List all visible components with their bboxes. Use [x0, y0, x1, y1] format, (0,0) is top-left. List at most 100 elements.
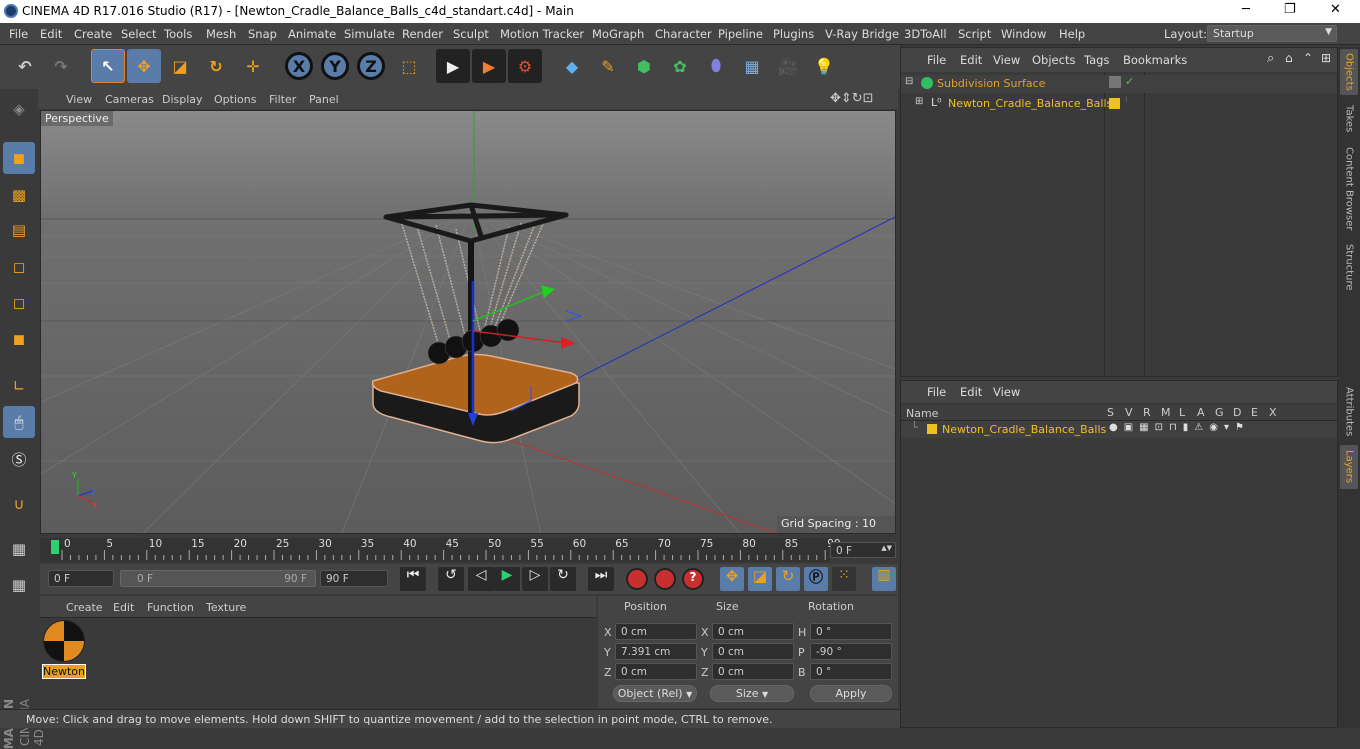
col-render[interactable]: R [1143, 406, 1151, 419]
search-icon[interactable]: ⌕ [1267, 51, 1274, 66]
object-menu-edit[interactable]: Edit [960, 53, 982, 67]
menu-sculpt[interactable]: Sculpt [453, 27, 489, 41]
scale-icon[interactable]: ◪ [163, 49, 197, 83]
menu-render[interactable]: Render [402, 27, 443, 41]
object-menu-tags[interactable]: Tags [1084, 53, 1109, 67]
transform-icon[interactable]: ✛ [236, 49, 270, 83]
key-pla-icon[interactable]: ⁙ [832, 567, 856, 591]
tweak-mode-icon[interactable]: 🖱 [3, 406, 35, 438]
menu-mograph[interactable]: MoGraph [592, 27, 644, 41]
menu-script[interactable]: Script [958, 27, 991, 41]
tab-structure[interactable]: Structure [1340, 239, 1358, 295]
col-animation[interactable]: A [1197, 406, 1205, 419]
expand-icon[interactable]: ⊟ [905, 76, 913, 87]
rot-h-field[interactable]: 0 ° [810, 623, 892, 640]
object-menu-file[interactable]: File [927, 53, 946, 67]
record-keys-icon[interactable] [626, 568, 648, 590]
col-xref[interactable]: X [1269, 406, 1277, 419]
col-expressions[interactable]: E [1251, 406, 1258, 419]
object-row-subdivision[interactable]: ⊟ Subdivision Surface ✓ [901, 75, 1337, 93]
menu-character[interactable]: Character [655, 27, 712, 41]
x-axis-icon[interactable]: X [282, 49, 316, 83]
pos-y-field[interactable]: 7.391 cm [615, 643, 697, 660]
layer-menu-view[interactable]: View [993, 385, 1020, 399]
magnet-icon[interactable]: ∪ [3, 488, 35, 520]
prev-key-button[interactable]: ↺ [438, 567, 464, 591]
make-editable-icon[interactable]: ◈ [3, 93, 35, 125]
array-icon[interactable]: ✿ [663, 49, 697, 83]
play-button[interactable]: ▶ [494, 567, 520, 591]
start-frame-field[interactable]: 0 F [48, 570, 114, 587]
tab-takes[interactable]: Takes [1340, 99, 1358, 139]
size-mode-dropdown[interactable]: Size ▼ [710, 685, 794, 702]
pos-x-field[interactable]: 0 cm [615, 623, 697, 640]
apply-button[interactable]: Apply [810, 685, 892, 702]
pos-z-field[interactable]: 0 cm [615, 663, 697, 680]
tab-content-browser[interactable]: Content Browser [1340, 143, 1358, 235]
key-position-icon[interactable]: ✥ [720, 567, 744, 591]
menu-pipeline[interactable]: Pipeline [718, 27, 763, 41]
go-to-end-button[interactable]: ⏭ [588, 567, 614, 591]
range-slider[interactable]: 0 F 90 F [120, 570, 316, 587]
menu-plugins[interactable]: Plugins [773, 27, 814, 41]
menu-file[interactable]: File [9, 27, 28, 41]
menu-edit[interactable]: Edit [40, 27, 62, 41]
menu-snap[interactable]: Snap [248, 27, 277, 41]
layer-menu-edit[interactable]: Edit [960, 385, 982, 399]
cube-icon[interactable]: ◆ [555, 49, 589, 83]
go-to-start-button[interactable]: ⏮ [400, 567, 426, 591]
coordinate-system-icon[interactable]: ⬚ [392, 49, 426, 83]
layer-row[interactable]: └ Newton_Cradle_Balance_Balls ●▣▦⊡⊓▮⚠◉▾⚑ [901, 421, 1337, 438]
rot-b-field[interactable]: 0 ° [810, 663, 892, 680]
snap-icon[interactable]: Ⓢ [3, 443, 35, 475]
col-generators[interactable]: G [1215, 406, 1224, 419]
keyframe-selection-icon[interactable]: ? [682, 568, 704, 590]
timeline-window-icon[interactable]: ▥ [872, 567, 896, 591]
menu-simulate[interactable]: Simulate [344, 27, 395, 41]
grid-workplane-icon[interactable]: ▦ [3, 533, 35, 565]
material-menu-function[interactable]: Function [147, 601, 194, 614]
size-y-field[interactable]: 0 cm [712, 643, 794, 660]
menu-help[interactable]: Help [1059, 27, 1085, 41]
next-frame-button[interactable]: ▷ [522, 567, 548, 591]
points-mode-icon[interactable]: ◻ [3, 251, 35, 283]
viewport-menu-panel[interactable]: Panel [309, 93, 339, 106]
object-row-cradle[interactable]: ⊞ L⁰ Newton_Cradle_Balance_Balls ⁝ [901, 95, 1337, 113]
current-frame-field[interactable]: 0 F ▲▼ [830, 542, 896, 558]
rotate-icon[interactable]: ↻ [199, 49, 233, 83]
viewport-menu-filter[interactable]: Filter [269, 93, 296, 106]
next-key-button[interactable]: ↻ [550, 567, 576, 591]
timeline-ruler[interactable]: 051015202530354045505560657075808590 0 F… [40, 536, 896, 564]
edges-mode-icon[interactable]: ◻ [3, 287, 35, 319]
render-picture-viewer-icon[interactable]: ▶ [472, 49, 506, 83]
subdivision-icon[interactable]: ⬢ [627, 49, 661, 83]
menu-select[interactable]: Select [121, 27, 156, 41]
rot-p-field[interactable]: -90 ° [810, 643, 892, 660]
minimize-button[interactable]: ─ [1242, 2, 1250, 17]
material-menu-edit[interactable]: Edit [113, 601, 134, 614]
floor-icon[interactable]: ▦ [735, 49, 769, 83]
size-z-field[interactable]: 0 cm [712, 663, 794, 680]
object-menu-view[interactable]: View [993, 53, 1020, 67]
close-button[interactable]: ✕ [1330, 2, 1341, 17]
pen-icon[interactable]: ✎ [591, 49, 625, 83]
light-icon[interactable]: 💡 [807, 49, 841, 83]
visibility-icon[interactable] [1109, 76, 1121, 88]
prev-frame-button[interactable]: ◁ [468, 567, 494, 591]
auto-keying-icon[interactable] [654, 568, 676, 590]
new-window-icon[interactable]: ⊞ [1321, 51, 1331, 65]
workplane-mode-icon[interactable]: ▤ [3, 214, 35, 246]
viewport-menu-view[interactable]: View [66, 93, 92, 106]
nav-up-icon[interactable]: ⌃ [1303, 51, 1313, 65]
menu-3dtoall[interactable]: 3DToAll [904, 27, 947, 41]
tab-objects[interactable]: Objects [1340, 49, 1358, 95]
layer-flag-icons[interactable]: ●▣▦⊡⊓▮⚠◉▾⚑ [1109, 422, 1250, 433]
y-axis-icon[interactable]: Y [318, 49, 352, 83]
col-locked[interactable]: L [1179, 406, 1185, 419]
viewport-menu-options[interactable]: Options [214, 93, 256, 106]
texture-mode-icon[interactable]: ▩ [3, 179, 35, 211]
menu-vray-bridge[interactable]: V-Ray Bridge [825, 27, 899, 41]
menu-mesh[interactable]: Mesh [206, 27, 236, 41]
layout-dropdown[interactable]: Startup ▼ [1207, 25, 1337, 42]
size-x-field[interactable]: 0 cm [712, 623, 794, 640]
